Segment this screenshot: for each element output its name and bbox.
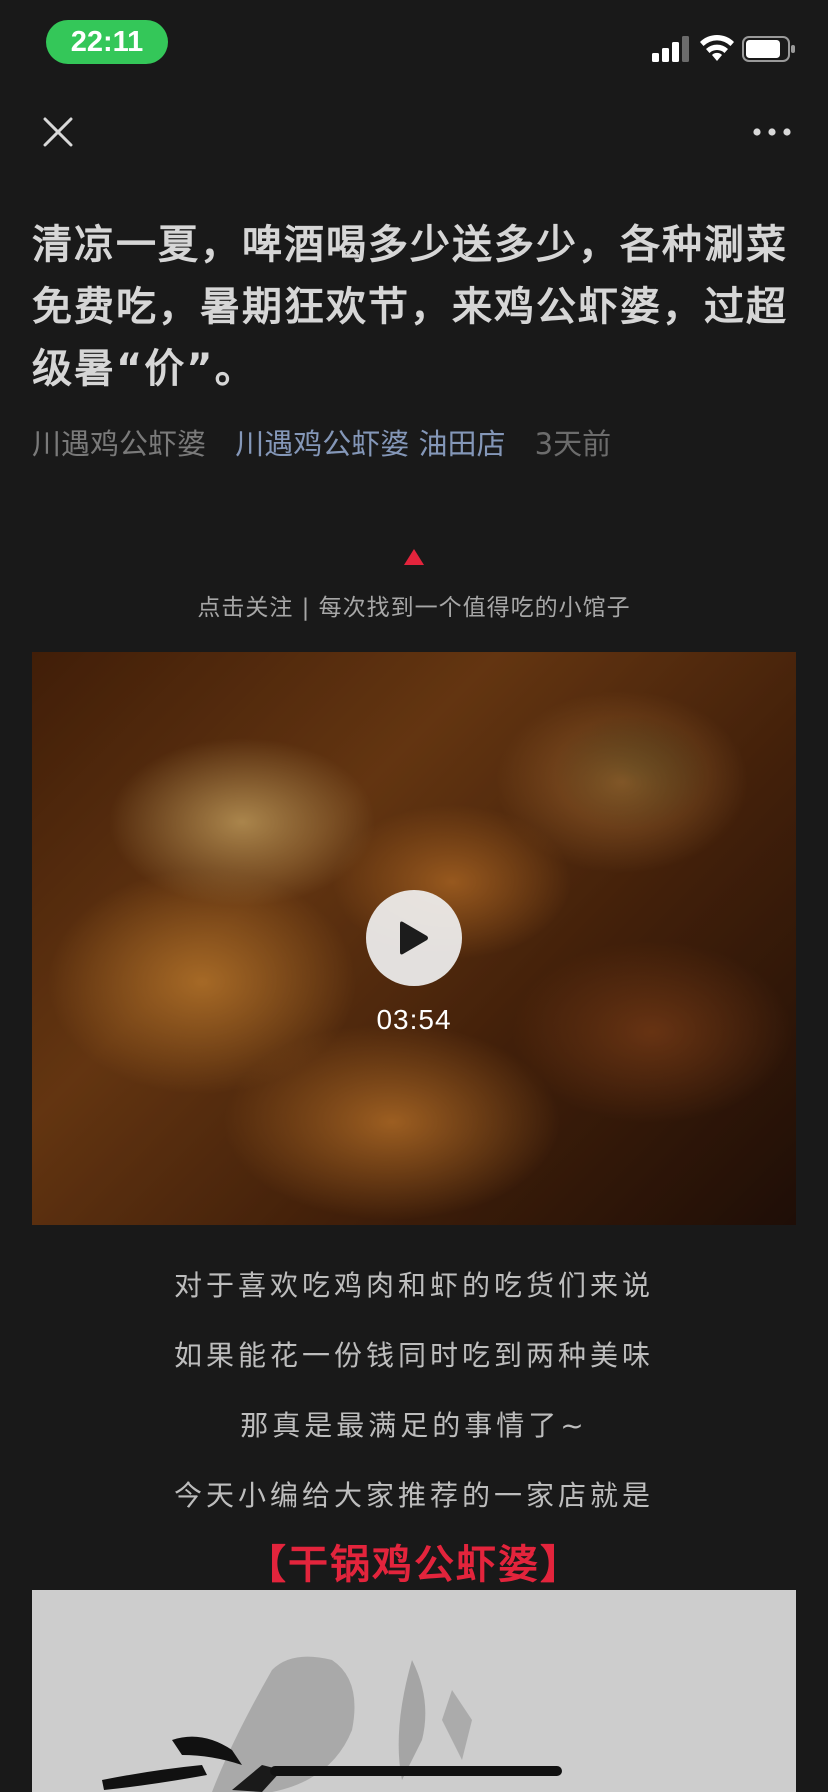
highlight-heading: 【干锅鸡公虾婆】	[246, 1542, 582, 1588]
status-bar: 22:11	[0, 0, 828, 90]
paragraph-1: 对于喜欢吃鸡肉和虾的吃货们来说	[173, 1269, 654, 1302]
calligraphy-image	[102, 1656, 472, 1792]
video-duration: 03:54	[376, 1004, 452, 1035]
follow-prompt[interactable]: 点击关注 | 每次找到一个值得吃的小馆子	[0, 588, 828, 622]
wifi-icon	[700, 34, 734, 61]
article-title: 清凉一夏，啤酒喝多少送多少，各种涮菜免费吃，暑期狂欢节，来鸡公虾婆，过超级暑“价…	[32, 222, 788, 392]
article-image[interactable]	[32, 1590, 796, 1792]
follow-arrow-icon	[404, 549, 424, 565]
battery-icon	[742, 36, 795, 62]
home-indicator[interactable]	[270, 1766, 562, 1776]
paragraph-4: 今天小编给大家推荐的一家店就是	[173, 1479, 654, 1512]
more-button[interactable]	[748, 118, 796, 146]
close-button[interactable]	[38, 112, 78, 152]
publish-date: 3天前	[534, 427, 612, 461]
video-player[interactable]: 03:54	[32, 652, 796, 1225]
paragraph-3: 那真是最满足的事情了~	[240, 1409, 588, 1442]
more-icon	[753, 128, 791, 136]
close-icon	[43, 117, 73, 147]
status-time[interactable]: 22:11	[46, 20, 168, 64]
play-button[interactable]	[366, 890, 462, 986]
article-meta: 川遇鸡公虾婆 川遇鸡公虾婆 油田店 3天前	[32, 422, 802, 466]
play-icon	[400, 921, 428, 955]
signal-icon	[652, 36, 689, 62]
paragraph-2: 如果能花一份钱同时吃到两种美味	[173, 1339, 654, 1372]
account-link[interactable]: 川遇鸡公虾婆 油田店	[235, 427, 505, 461]
article-author: 川遇鸡公虾婆	[32, 427, 207, 461]
